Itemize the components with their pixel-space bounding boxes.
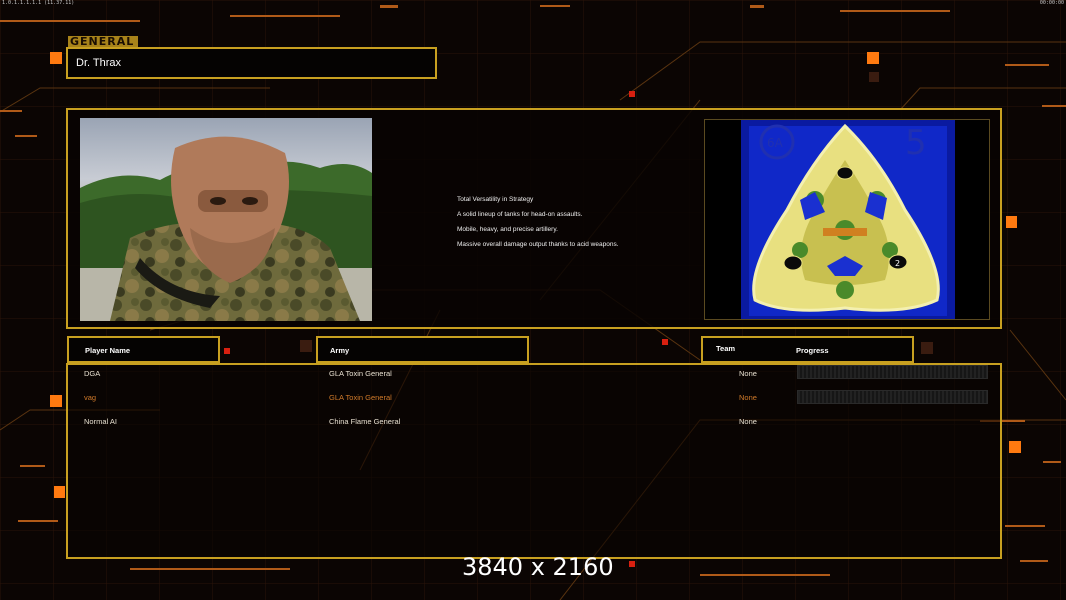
- player-name-header: Player Name: [67, 336, 220, 363]
- player-name-cell: DGA: [84, 369, 101, 378]
- team-cell: None: [739, 369, 757, 378]
- resolution-overlay: 3840 x 2160: [462, 553, 614, 581]
- general-portrait: [80, 118, 372, 321]
- team-progress-header: Team Progress: [701, 336, 914, 363]
- map-preview: 6A 5 2: [704, 119, 990, 320]
- general-description: Total Versatility in Strategy A solid li…: [457, 192, 619, 252]
- army-cell: GLA Toxin General: [329, 393, 392, 402]
- general-name: Dr. Thrax: [76, 57, 122, 69]
- team-cell: None: [739, 393, 757, 402]
- progress-bar: [797, 365, 988, 379]
- map-slot-label: 2: [895, 259, 900, 268]
- description-line: A solid lineup of tanks for head-on assa…: [457, 211, 583, 218]
- map-slot-label: 6A: [767, 136, 784, 150]
- top-left-status: 1.0.1.1.1.1.1 (11.37.11): [2, 0, 75, 6]
- team-header-label: Team: [716, 344, 736, 353]
- map-slot-label: 5: [905, 123, 927, 163]
- general-name-box: Dr. Thrax: [66, 47, 437, 79]
- player-name-cell: Normal AI: [84, 417, 117, 426]
- progress-header-label: Progress: [796, 346, 829, 355]
- player-name-header-label: Player Name: [85, 346, 131, 355]
- army-header-label: Army: [330, 346, 350, 355]
- description-line: Massive overall damage output thanks to …: [457, 241, 619, 248]
- player-name-cell: vag: [84, 393, 97, 402]
- army-cell: China Flame General: [329, 417, 401, 426]
- description-line: Mobile, heavy, and precise artillery.: [457, 226, 558, 233]
- army-header: Army: [316, 336, 529, 363]
- top-right-status: 00:00:00: [1039, 0, 1064, 6]
- masked-soldier-portrait-icon: [80, 118, 372, 321]
- tri-island-map-icon: 6A 5 2: [741, 120, 955, 319]
- team-cell: None: [739, 417, 757, 426]
- army-cell: GLA Toxin General: [329, 369, 392, 378]
- description-line: Total Versatility in Strategy: [457, 196, 534, 203]
- progress-bar: [797, 390, 988, 404]
